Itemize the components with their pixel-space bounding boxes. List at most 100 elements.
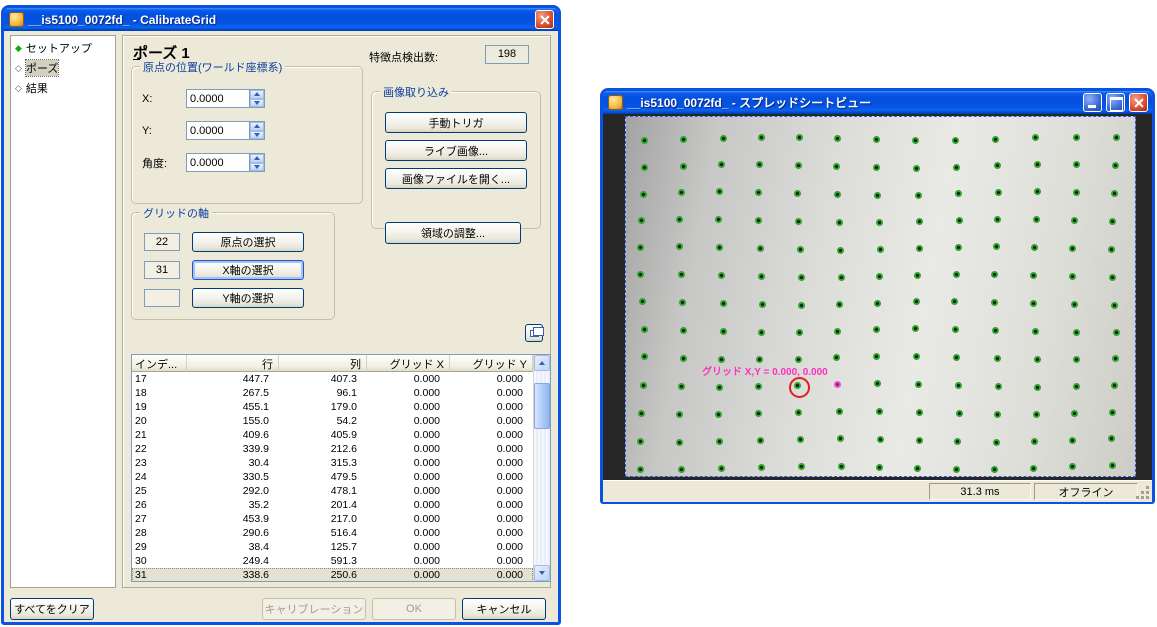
nav-item-pose[interactable]: ◇ポーズ [11, 58, 115, 78]
grid-dot [873, 326, 880, 333]
grid-dot [876, 408, 883, 415]
close-button[interactable] [1129, 93, 1148, 112]
table-popout-button[interactable] [525, 324, 543, 342]
image-viewport: グリッド X,Y = 0.000, 0.000 [603, 114, 1152, 480]
grid-dot [640, 191, 647, 198]
grid-dot [798, 274, 805, 281]
numeric-input-y[interactable] [186, 121, 250, 140]
grid-dot [1030, 300, 1037, 307]
scroll-down-button[interactable] [534, 565, 550, 581]
calibrate-window-titlebar[interactable]: __is5100_0072fd_ - CalibrateGrid [4, 8, 558, 31]
table-row[interactable]: 31338.6250.60.0000.000 [132, 568, 533, 581]
grid-dot [995, 189, 1002, 196]
grid-dot [755, 410, 762, 417]
table-row[interactable]: 17447.7407.30.0000.000 [132, 372, 533, 386]
table-cell: 315.3 [279, 457, 367, 469]
column-header-1[interactable]: 行 [187, 355, 279, 372]
table-row[interactable]: 22339.9212.60.0000.000 [132, 442, 533, 456]
axis-value-origin-select: 22 [144, 233, 180, 251]
spin-up-button[interactable] [250, 90, 264, 99]
column-header-0[interactable]: インデ... [132, 355, 187, 372]
origin-select-button[interactable]: 原点の選択 [192, 232, 304, 252]
spin-up-button[interactable] [250, 154, 264, 163]
points-table: インデ...行列グリッド Xグリッド Y 17447.7407.30.0000.… [131, 354, 551, 582]
grid-dot [676, 411, 683, 418]
table-cell: 407.3 [279, 373, 367, 385]
resize-grip-icon[interactable] [1138, 488, 1152, 502]
nav-item-result[interactable]: ◇結果 [11, 78, 115, 98]
grid-dot [877, 246, 884, 253]
offline-status: オフライン [1034, 483, 1138, 500]
column-header-2[interactable]: 列 [279, 355, 367, 372]
table-row[interactable]: 18267.596.10.0000.000 [132, 386, 533, 400]
column-header-4[interactable]: グリッド Y [450, 355, 533, 372]
grid-dot [795, 356, 802, 363]
grid-dot [797, 436, 804, 443]
numeric-input-x[interactable] [186, 89, 250, 108]
scrollbar-track[interactable] [534, 371, 550, 565]
spin-down-button[interactable] [250, 99, 264, 108]
scroll-up-button[interactable] [534, 355, 550, 371]
table-row[interactable]: 20155.054.20.0000.000 [132, 414, 533, 428]
table-row[interactable]: 27453.9217.00.0000.000 [132, 512, 533, 526]
table-row[interactable]: 2635.2201.40.0000.000 [132, 498, 533, 512]
clear-all-button[interactable]: すべてをクリア [10, 598, 94, 620]
table-cell: 96.1 [279, 387, 367, 399]
spin-down-button[interactable] [250, 163, 264, 172]
arrow-down-icon [539, 571, 545, 575]
grid-dot [1031, 438, 1038, 445]
arrow-down-icon [254, 133, 260, 137]
close-button[interactable] [535, 10, 554, 29]
grid-dot [837, 247, 844, 254]
grid-dot [912, 137, 919, 144]
table-row[interactable]: 24330.5479.50.0000.000 [132, 470, 533, 484]
grid-dot [638, 217, 645, 224]
spin-up-button[interactable] [250, 122, 264, 131]
nav-item-label: セットアップ [26, 40, 92, 56]
live-image-button[interactable]: ライブ画像... [385, 140, 527, 161]
grid-dot [757, 437, 764, 444]
numeric-input-angle[interactable] [186, 153, 250, 172]
table-cell: 0.000 [450, 555, 533, 567]
column-header-3[interactable]: グリッド X [367, 355, 450, 372]
grid-dot [755, 383, 762, 390]
nav-item-setup[interactable]: ◆セットアップ [11, 38, 115, 58]
grid-dot [797, 246, 804, 253]
grid-dot [1108, 246, 1115, 253]
grid-dot [1073, 329, 1080, 336]
table-row[interactable]: 21409.6405.90.0000.000 [132, 428, 533, 442]
grid-dot [874, 192, 881, 199]
grid-dot [676, 243, 683, 250]
grid-dot [1071, 410, 1078, 417]
x-axis-select-button[interactable]: X軸の選択 [192, 260, 304, 280]
grid-dot [758, 134, 765, 141]
grid-dot [1034, 384, 1041, 391]
cancel-button[interactable]: キャンセル [462, 598, 546, 620]
scrollbar-thumb[interactable] [534, 383, 550, 429]
table-cell: 0.000 [450, 415, 533, 427]
table-row[interactable]: 2330.4315.30.0000.000 [132, 456, 533, 470]
minimize-button[interactable] [1083, 93, 1102, 112]
grid-dot [953, 164, 960, 171]
table-row[interactable]: 28290.6516.40.0000.000 [132, 526, 533, 540]
maximize-button[interactable] [1106, 93, 1125, 112]
close-icon [1130, 94, 1147, 111]
table-row[interactable]: 2938.4125.70.0000.000 [132, 540, 533, 554]
table-row[interactable]: 25292.0478.10.0000.000 [132, 484, 533, 498]
origin-field-y: Y: [142, 121, 265, 140]
region-adjust-button[interactable]: 領域の調整... [385, 222, 521, 244]
manual-trigger-button[interactable]: 手動トリガ [385, 112, 527, 133]
grid-dot [715, 216, 722, 223]
table-scrollbar[interactable] [533, 355, 550, 581]
camera-image[interactable]: グリッド X,Y = 0.000, 0.000 [625, 116, 1136, 477]
grid-dot [834, 328, 841, 335]
open-image-file-button[interactable]: 画像ファイルを開く... [385, 168, 527, 189]
grid-dot [913, 353, 920, 360]
view-window-titlebar[interactable]: __is5100_0072fd_ - スプレッドシートビュー [603, 91, 1152, 114]
table-cell: 0.000 [450, 485, 533, 497]
table-row[interactable]: 30249.4591.30.0000.000 [132, 554, 533, 568]
table-row[interactable]: 19455.1179.00.0000.000 [132, 400, 533, 414]
grid-dot [1032, 134, 1039, 141]
y-axis-select-button[interactable]: Y軸の選択 [192, 288, 304, 308]
spin-down-button[interactable] [250, 131, 264, 140]
